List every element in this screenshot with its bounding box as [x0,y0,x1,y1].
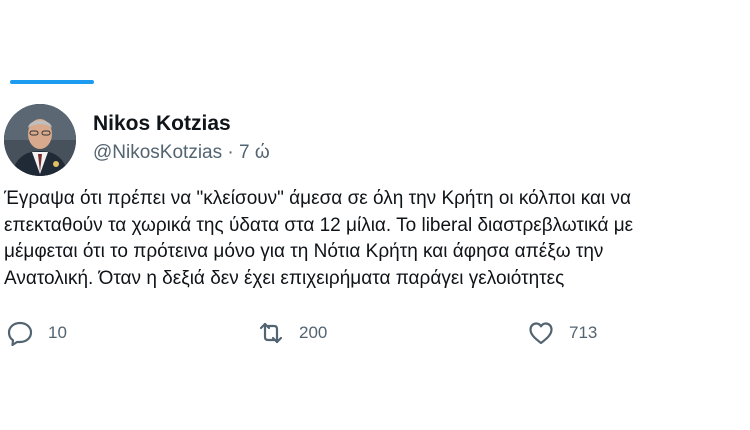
author-handle[interactable]: @NikosKotzias [93,142,222,163]
retweet-icon [259,322,283,344]
author-display-name[interactable]: Nikos Kotzias [93,112,231,136]
tweet-text-line: επεκταθούν τα χωρικά της ύδατα στα 12 μί… [4,214,634,236]
tweet-timestamp[interactable]: 7 ώ [239,142,270,163]
top-accent-bar [10,80,94,84]
tweet-text-line: Έγραψα ότι πρέπει να "κλείσουν" άμεσα σε… [4,188,632,209]
author-meta-row: @NikosKotzias · 7 ώ [93,142,270,164]
reply-icon [7,321,33,347]
tweet-text: Έγραψα ότι πρέπει να "κλείσουν" άμεσα σε… [4,186,746,292]
meta-separator: · [227,142,234,163]
retweet-button[interactable]: 200 [257,316,327,350]
like-button[interactable]: 713 [527,316,597,350]
tweet-actions: 10 200 713 [0,316,750,350]
like-count: 713 [569,323,598,342]
avatar[interactable] [4,104,76,176]
profile-photo-icon [4,104,76,176]
retweet-count: 200 [299,323,328,342]
heart-icon [529,322,553,345]
reply-count: 10 [48,323,67,342]
reply-button[interactable]: 10 [6,316,67,350]
tweet-text-line: Ανατολική. Όταν η δεξιά δεν έχει επιχειρ… [4,267,565,289]
tweet-text-line: μέμφεται ότι το πρότεινα μόνο για τη Νότ… [4,241,604,262]
